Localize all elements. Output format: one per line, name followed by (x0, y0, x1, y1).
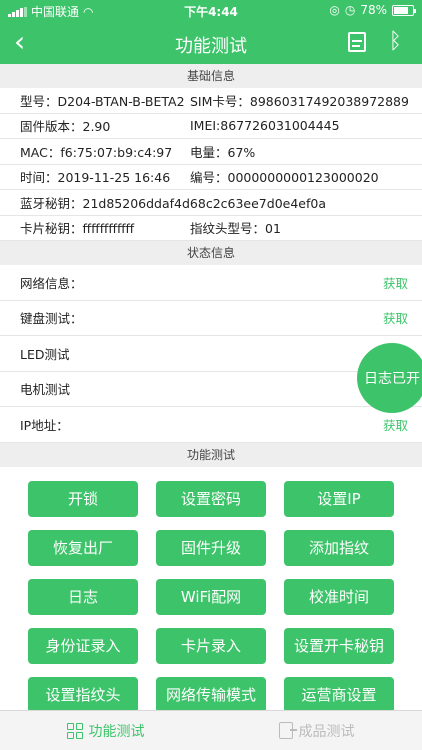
section-status-info: 状态信息 (0, 241, 422, 265)
section-basic-info: 基础信息 (0, 64, 422, 88)
info-row-model: 型号：D204-BTAN-B-BETA2 SIM卡号：8986031749203… (0, 88, 422, 114)
ip-fetch-link[interactable]: 获取 (383, 415, 408, 434)
battery-icon (392, 4, 416, 16)
info-row-card-key: 卡片秘钥：ffffffffffff 指纹头型号：01 (0, 216, 422, 241)
calibrate-time-button[interactable]: 校准时间 (284, 578, 394, 615)
add-fingerprint-button[interactable]: 添加指纹 (284, 529, 394, 566)
set-fingerprint-head-button[interactable]: 设置指纹头 (28, 676, 138, 713)
imei-value: IMEI:867726031004445 (190, 118, 340, 134)
status-row-keyboard: 键盘测试： 获取 (0, 301, 422, 336)
bt-key-value: 蓝牙秘钥：21d85206ddaf4d68c2c63ee7d0e4ef0a (20, 195, 326, 211)
set-card-key-button[interactable]: 设置开卡秘钥 (284, 627, 394, 664)
firmware-value: 固件版本：2.90 (20, 119, 111, 135)
alarm-icon: ◷ (344, 3, 356, 17)
led-label: LED测试 (20, 346, 70, 362)
tab-function-test-label: 功能测试 (88, 723, 145, 740)
section-function-test: 功能测试 (0, 442, 422, 467)
function-button-grid: 开锁 设置密码 设置IP 恢复出厂 固件升级 添加指纹 日志 WiFi配网 校准… (0, 467, 422, 713)
keyboard-fetch-link[interactable]: 获取 (383, 308, 408, 327)
unlock-button[interactable]: 开锁 (28, 480, 138, 517)
tab-bar: 功能测试 成品测试 (0, 710, 422, 750)
time-value: 时间：2019-11-25 16:46 (20, 170, 171, 186)
info-row-time: 时间：2019-11-25 16:46 编号：00000000001230000… (0, 165, 422, 190)
wifi-config-button[interactable]: WiFi配网 (156, 578, 266, 615)
info-row-mac: MAC：f6:75:07:b9:c4:97 电量：67% (0, 139, 422, 165)
serial-value: 编号：0000000000123000020 (190, 170, 379, 186)
tab-function-test[interactable]: 功能测试 (0, 711, 211, 750)
carrier-settings-button[interactable]: 运营商设置 (284, 676, 394, 713)
sim-value: SIM卡号：89860317492038972889 (190, 93, 409, 109)
rotation-lock-icon: ◎ (329, 3, 340, 17)
set-password-button[interactable]: 设置密码 (156, 480, 266, 517)
calendar-icon[interactable] (348, 32, 366, 52)
network-label: 网络信息： (20, 275, 83, 291)
motor-label: 电机测试 (20, 382, 71, 398)
log-toggle-fab[interactable]: 日志已开 (357, 343, 422, 413)
status-row-network: 网络信息： 获取 (0, 265, 422, 301)
keyboard-label: 键盘测试： (20, 311, 83, 327)
nav-bar: ‹ 功能测试 ᛒ (0, 22, 422, 64)
fingerprint-model-value: 指纹头型号：01 (190, 221, 281, 237)
bluetooth-icon[interactable]: ᛒ (389, 28, 402, 56)
card-key-value: 卡片秘钥：ffffffffffff (20, 221, 135, 237)
status-bar: 中国联通 ◠ 下午4:44 ◎ ◷ 78% (0, 0, 422, 22)
id-card-entry-button[interactable]: 身份证录入 (28, 627, 138, 664)
network-fetch-link[interactable]: 获取 (383, 273, 408, 292)
tab-product-test[interactable]: 成品测试 (211, 711, 422, 750)
tab-product-test-label: 成品测试 (298, 723, 355, 740)
grid-icon (66, 722, 83, 739)
network-transfer-mode-button[interactable]: 网络传输模式 (156, 676, 266, 713)
factory-reset-button[interactable]: 恢复出厂 (28, 529, 138, 566)
mac-value: MAC：f6:75:07:b9:c4:97 (20, 144, 173, 160)
ip-label: IP地址： (20, 417, 69, 433)
info-row-bt-key: 蓝牙秘钥：21d85206ddaf4d68c2c63ee7d0e4ef0a (0, 190, 422, 216)
document-exit-icon (278, 722, 297, 739)
model-value: 型号：D204-BTAN-B-BETA2 (20, 93, 185, 109)
firmware-upgrade-button[interactable]: 固件升级 (156, 529, 266, 566)
power-value: 电量：67% (190, 144, 256, 160)
card-entry-button[interactable]: 卡片录入 (156, 627, 266, 664)
info-row-firmware: 固件版本：2.90 IMEI:867726031004445 (0, 114, 422, 139)
status-row-ip: IP地址： 获取 (0, 407, 422, 443)
battery-percent: 78% (360, 3, 387, 17)
set-ip-button[interactable]: 设置IP (284, 480, 394, 517)
log-button[interactable]: 日志 (28, 578, 138, 615)
